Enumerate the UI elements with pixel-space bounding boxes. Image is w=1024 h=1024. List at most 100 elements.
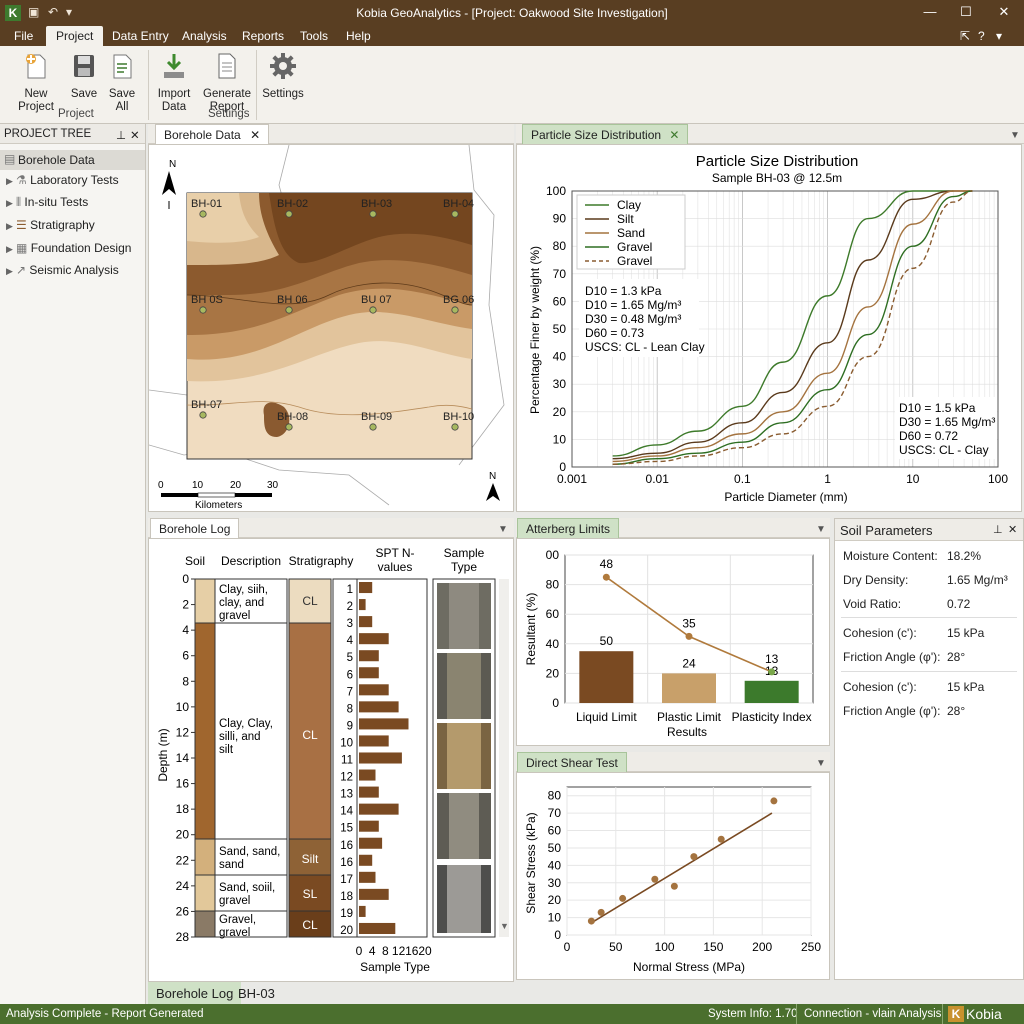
spt-bar: [359, 718, 409, 730]
menu-data-entry[interactable]: Data Entry: [112, 29, 169, 43]
generate-label-1: Generate: [203, 88, 251, 100]
close-button[interactable]: ✕: [994, 4, 1014, 20]
bar-data-label: 24: [682, 656, 696, 670]
close-icon[interactable]: ✕: [1008, 523, 1017, 536]
ribbon-separator: [148, 50, 149, 120]
close-icon[interactable]: ✕: [250, 128, 260, 142]
help-icon[interactable]: ?: [978, 29, 985, 43]
tree-item-laboratory-tests[interactable]: ▶ ⚗ Laboratory Tests: [6, 173, 119, 187]
svg-text:BG 06: BG 06: [443, 294, 474, 306]
panel-dropdown-icon[interactable]: ▼: [498, 524, 508, 535]
minimize-button[interactable]: —: [920, 4, 940, 19]
atterberg-chart[interactable]: Resultant (%) Results 00 80 60 40 20 0 50 Liqui…: [517, 539, 829, 745]
pin-icon[interactable]: ⊥: [993, 523, 1003, 536]
svg-text:silli, and: silli, and: [219, 731, 261, 743]
menu-analysis[interactable]: Analysis: [182, 29, 227, 43]
status-message: Analysis Complete - Report Generated: [6, 1008, 204, 1020]
close-icon[interactable]: ✕: [130, 128, 140, 142]
psd-chart[interactable]: Particle Size Distribution Sample BH-03 …: [517, 145, 1021, 511]
scroll-down-icon[interactable]: ▼: [500, 921, 509, 931]
legend-gravel: Gravel: [617, 240, 652, 254]
close-icon[interactable]: ✕: [669, 128, 679, 142]
tab-atterberg-limits[interactable]: Atterberg Limits: [517, 518, 620, 538]
import-data-button[interactable]: Import Data: [154, 52, 194, 114]
bottom-tab-borehole-id[interactable]: BH-03: [238, 986, 275, 1001]
borehole-map[interactable]: N N 0 10 20 30 Kilometers BH-01 BH-02 BH-0…: [148, 144, 513, 511]
tab-particle-size-distribution[interactable]: Particle Size Distribution ✕: [522, 124, 689, 144]
new-project-button[interactable]: New Project: [6, 52, 66, 114]
settings-button[interactable]: Settings: [262, 52, 304, 101]
ribbon-options-icon[interactable]: ▾: [996, 29, 1002, 43]
chevron-right-icon[interactable]: ▶: [6, 266, 16, 277]
spt-x-axis-label: Sample Type: [360, 960, 430, 974]
spt-index-label: 6: [347, 669, 353, 681]
col-header-sample-2: Type: [451, 560, 477, 574]
tree-item-borehole-data[interactable]: ▤ Borehole Data: [0, 150, 145, 170]
psd-chart-panel: Particle Size Distribution Sample BH-03 …: [516, 144, 1022, 512]
direct-shear-chart[interactable]: Shear Stress (kPa) Normal Stress (MPa) 8…: [517, 773, 829, 979]
svg-text:BH-10: BH-10: [443, 411, 474, 423]
spt-bar: [359, 922, 396, 934]
svg-text:gravel: gravel: [219, 927, 250, 939]
bar-data-label: 50: [600, 634, 614, 648]
spt-bar: [359, 684, 389, 696]
tree-item-seismic-analysis[interactable]: ▶ ↗ Seismic Analysis: [6, 263, 119, 277]
panel-dropdown-icon[interactable]: ▼: [1010, 130, 1020, 141]
menu-help[interactable]: Help: [346, 29, 371, 43]
tab-borehole-log[interactable]: Borehole Log: [150, 518, 240, 538]
spt-index-label: 17: [340, 874, 353, 886]
tree-item-foundation-design[interactable]: ▶ ▦ Foundation Design: [6, 241, 131, 255]
menu-project[interactable]: Project: [46, 26, 104, 46]
status-divider: [796, 1004, 797, 1024]
panel-dropdown-icon[interactable]: ▼: [816, 524, 826, 535]
pin-icon[interactable]: ⊥: [116, 128, 126, 142]
y-tick-label: 10: [548, 911, 562, 925]
depth-axis-label: Depth (m): [156, 728, 170, 781]
svg-text:20: 20: [230, 480, 242, 491]
bottom-tab-borehole-log[interactable]: Borehole Log: [148, 982, 242, 1004]
spt-bar: [359, 837, 383, 849]
chevron-right-icon[interactable]: ▶: [6, 176, 16, 187]
generate-report-button[interactable]: Generate Report: [202, 52, 252, 114]
panel-dropdown-icon[interactable]: ▼: [816, 758, 826, 769]
legend-clay: Clay: [617, 198, 641, 212]
menu-reports[interactable]: Reports: [242, 29, 284, 43]
tree-item-label: In-situ Tests: [24, 195, 89, 209]
menu-file[interactable]: File: [14, 29, 33, 43]
tree-item-in-situ-tests[interactable]: ▶ ⫴ In-situ Tests: [6, 195, 88, 210]
chevron-right-icon[interactable]: ▶: [6, 221, 16, 232]
depth-tick-label: 24: [176, 879, 190, 893]
tree-item-stratigraphy[interactable]: ▶ ☰ Stratigraphy: [6, 218, 95, 232]
param-dry-density: Dry Density: 1.65 Mg/m³: [843, 573, 1008, 587]
x-tick-label: 100: [655, 940, 675, 954]
y-tick-label: 30: [553, 377, 567, 391]
chevron-right-icon[interactable]: ▶: [6, 244, 16, 255]
tab-direct-shear-test[interactable]: Direct Shear Test: [517, 752, 627, 772]
x-tick-label: 50: [609, 940, 623, 954]
new-project-label: New Project: [18, 88, 54, 113]
maximize-button[interactable]: ☐: [956, 4, 976, 20]
depth-tick-label: 28: [176, 930, 190, 944]
psd-info-right: D10 = 1.5 kPa D30 = 1.65 Mg/m³ D60 = 0.7…: [895, 397, 997, 459]
title-bar: K ▣ ↶ ▾ Kobia GeoAnalytics - [Project: O…: [0, 0, 1024, 26]
divider: [841, 671, 1017, 672]
svg-text:D60 = 0.72: D60 = 0.72: [899, 429, 958, 443]
spt-index-label: 8: [347, 703, 353, 715]
save-all-button[interactable]: Save All: [102, 52, 142, 114]
project-tree-header: PROJECT TREE ⊥ ✕: [0, 124, 145, 144]
menu-tools[interactable]: Tools: [300, 29, 328, 43]
x-tick-label: 10: [906, 472, 920, 486]
chevron-right-icon[interactable]: ▶: [6, 198, 16, 209]
borehole-log-chart[interactable]: Soil Description Stratigraphy SPT N- val…: [149, 539, 513, 981]
log-scrollbar[interactable]: [499, 579, 509, 937]
svg-text:clay, and: clay, and: [219, 597, 264, 609]
svg-text:BH-08: BH-08: [277, 411, 308, 423]
spt-bar: [359, 599, 366, 611]
ribbon-pin-icon[interactable]: ⇱: [960, 29, 970, 43]
log-bottom-bar: Borehole Log BH-03: [148, 982, 514, 1004]
svg-text:Sand, soiil,: Sand, soiil,: [219, 882, 275, 894]
spt-bar: [359, 633, 389, 645]
save-button[interactable]: Save: [70, 52, 98, 101]
svg-text:D60 = 0.73: D60 = 0.73: [585, 326, 644, 340]
tab-borehole-data[interactable]: Borehole Data ✕: [155, 124, 270, 144]
